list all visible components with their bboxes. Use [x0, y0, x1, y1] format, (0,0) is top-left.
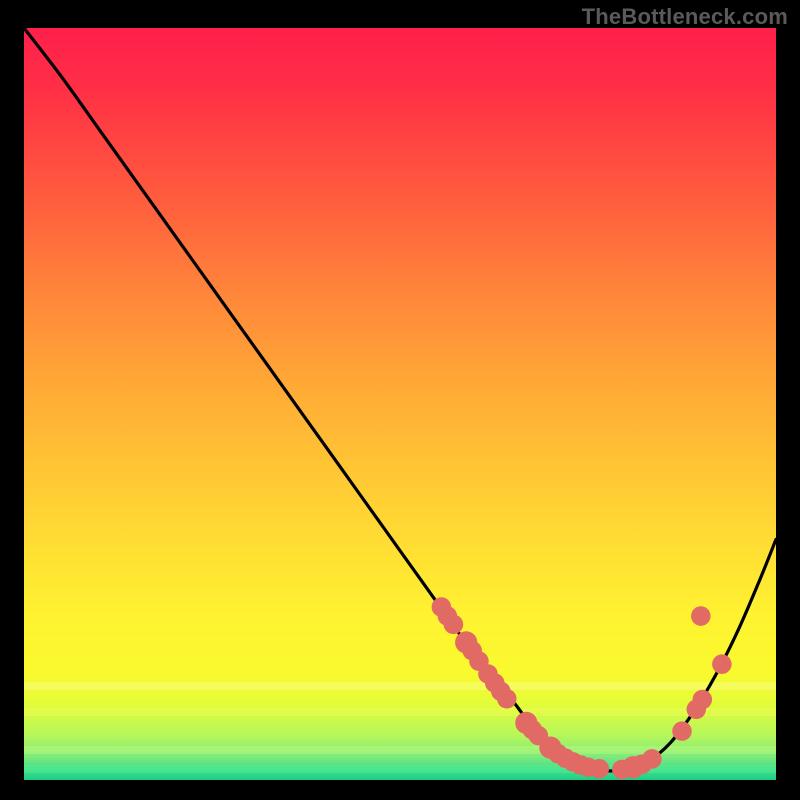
curve-marker	[590, 759, 610, 779]
curve-marker	[712, 654, 732, 674]
plot-area	[24, 28, 776, 780]
curve-layer	[24, 28, 776, 780]
curve-marker	[642, 749, 662, 769]
curve-marker	[672, 721, 692, 741]
watermark-text: TheBottleneck.com	[582, 4, 788, 30]
curve-marker	[693, 690, 713, 710]
chart-container: TheBottleneck.com	[0, 0, 800, 800]
curve-marker	[444, 615, 464, 635]
curve-marker	[497, 689, 517, 709]
curve-marker	[691, 606, 711, 626]
bottleneck-curve	[24, 28, 776, 771]
